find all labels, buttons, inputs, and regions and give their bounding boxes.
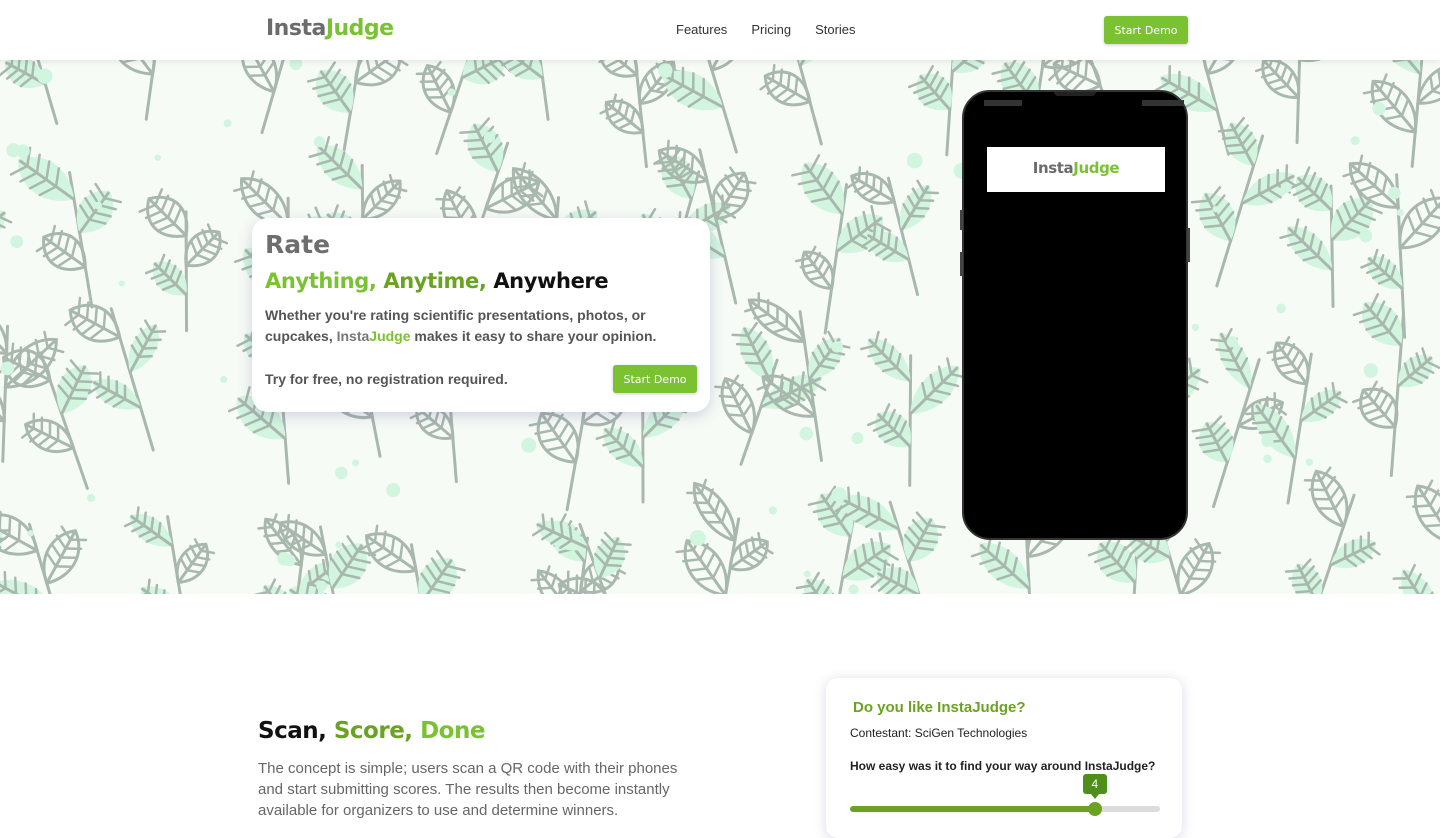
desc-judge: Judge [369, 328, 410, 344]
hero-heading: Rate [265, 230, 697, 259]
phone-logo-judge: Judge [1073, 159, 1119, 177]
main-nav: Features Pricing Stories [676, 22, 856, 37]
contestant-label: Contestant: SciGen Technologies [850, 726, 1027, 740]
section-body: The concept is simple; users scan a QR c… [258, 758, 688, 821]
title-scan: Scan, [258, 718, 326, 744]
hero-start-demo-button[interactable]: Start Demo [613, 365, 697, 393]
phone-side-button [960, 252, 963, 276]
hero-tagline: Anything, Anytime, Anywhere [265, 269, 697, 293]
desc-after: makes it easy to share your opinion. [411, 328, 657, 344]
tagline-anywhere: Anywhere [493, 269, 608, 293]
phone-logo-insta: Insta [1033, 159, 1073, 177]
hero-section: Rate Anything, Anytime, Anywhere Whether… [0, 60, 1440, 594]
title-score: Score, [334, 718, 413, 744]
survey-question: How easy was it to find your way around … [850, 759, 1155, 773]
rating-slider-fill [850, 806, 1095, 812]
logo-insta: Insta [266, 16, 326, 41]
tagline-anything: Anything, [265, 269, 376, 293]
start-demo-button[interactable]: Start Demo [1104, 16, 1188, 44]
top-navbar: InstaJudge Features Pricing Stories Star… [0, 0, 1440, 60]
section-title: Scan, Score, Done [258, 718, 485, 744]
rating-value-bubble: 4 [1083, 774, 1107, 794]
phone-mockup: InstaJudge [962, 90, 1188, 540]
hero-description: Whether you're rating scientific present… [265, 305, 697, 347]
phone-notch [1054, 92, 1096, 96]
leaf-pattern-background [0, 60, 1440, 594]
tagline-anytime: Anytime, [383, 269, 486, 293]
free-trial-text: Try for free, no registration required. [265, 371, 508, 387]
rating-slider-track[interactable] [850, 806, 1160, 812]
rating-slider-thumb[interactable] [1088, 802, 1102, 816]
desc-insta: Insta [337, 328, 370, 344]
phone-speaker-right [1142, 100, 1184, 106]
phone-speaker-left [984, 100, 1022, 106]
nav-features[interactable]: Features [676, 22, 727, 37]
title-done: Done [420, 718, 485, 744]
logo-judge: Judge [326, 16, 394, 41]
phone-side-button [960, 210, 963, 230]
phone-screen-logo: InstaJudge [987, 147, 1165, 192]
logo[interactable]: InstaJudge [266, 16, 394, 41]
phone-side-button [1187, 228, 1190, 262]
survey-card: Do you like InstaJudge? Contestant: SciG… [826, 678, 1182, 838]
nav-pricing[interactable]: Pricing [751, 22, 791, 37]
hero-card: Rate Anything, Anytime, Anywhere Whether… [252, 218, 710, 412]
survey-title: Do you like InstaJudge? [853, 699, 1026, 716]
nav-stories[interactable]: Stories [815, 22, 855, 37]
